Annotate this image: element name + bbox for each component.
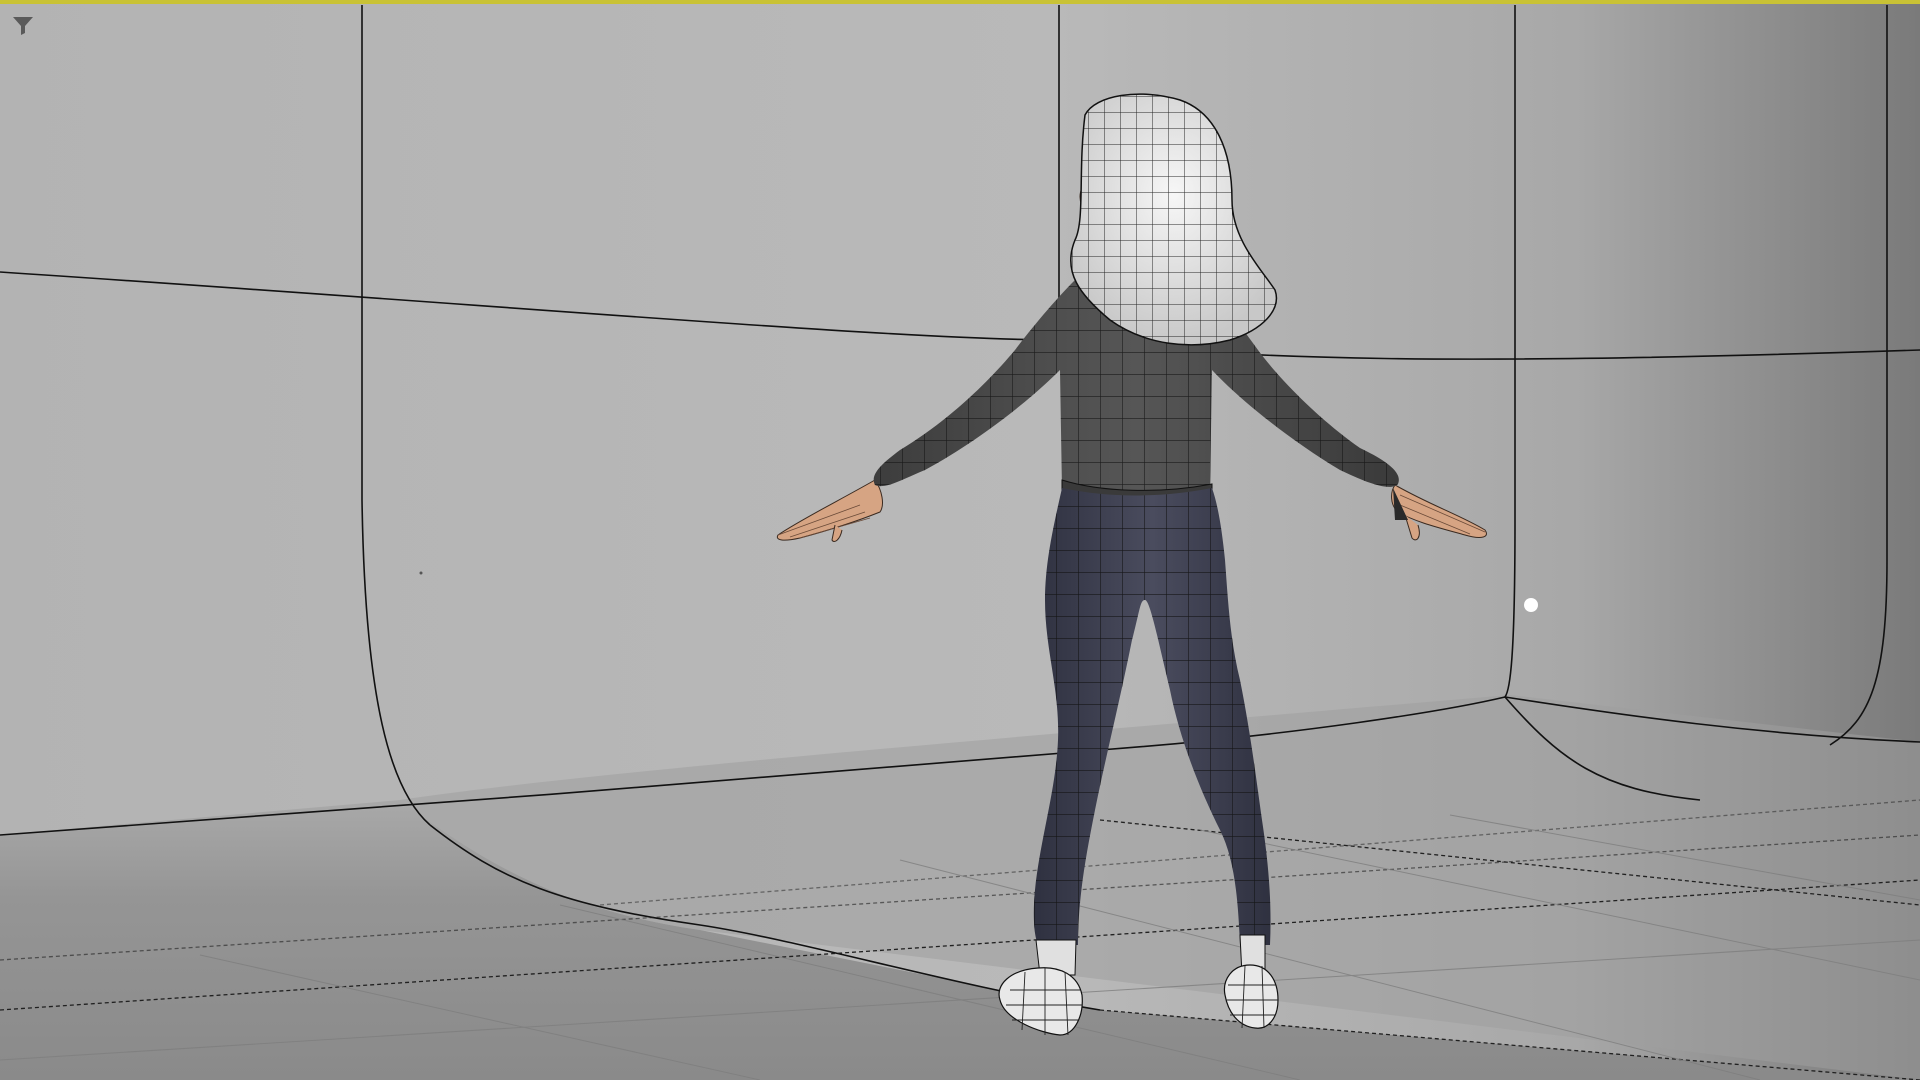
active-viewport-border bbox=[0, 0, 1920, 4]
3d-viewport[interactable] bbox=[0, 0, 1920, 1080]
point-light-icon bbox=[1524, 598, 1538, 612]
scene-canvas[interactable] bbox=[0, 0, 1920, 1080]
filter-funnel-icon[interactable] bbox=[10, 12, 36, 38]
funnel-shape bbox=[13, 17, 33, 35]
